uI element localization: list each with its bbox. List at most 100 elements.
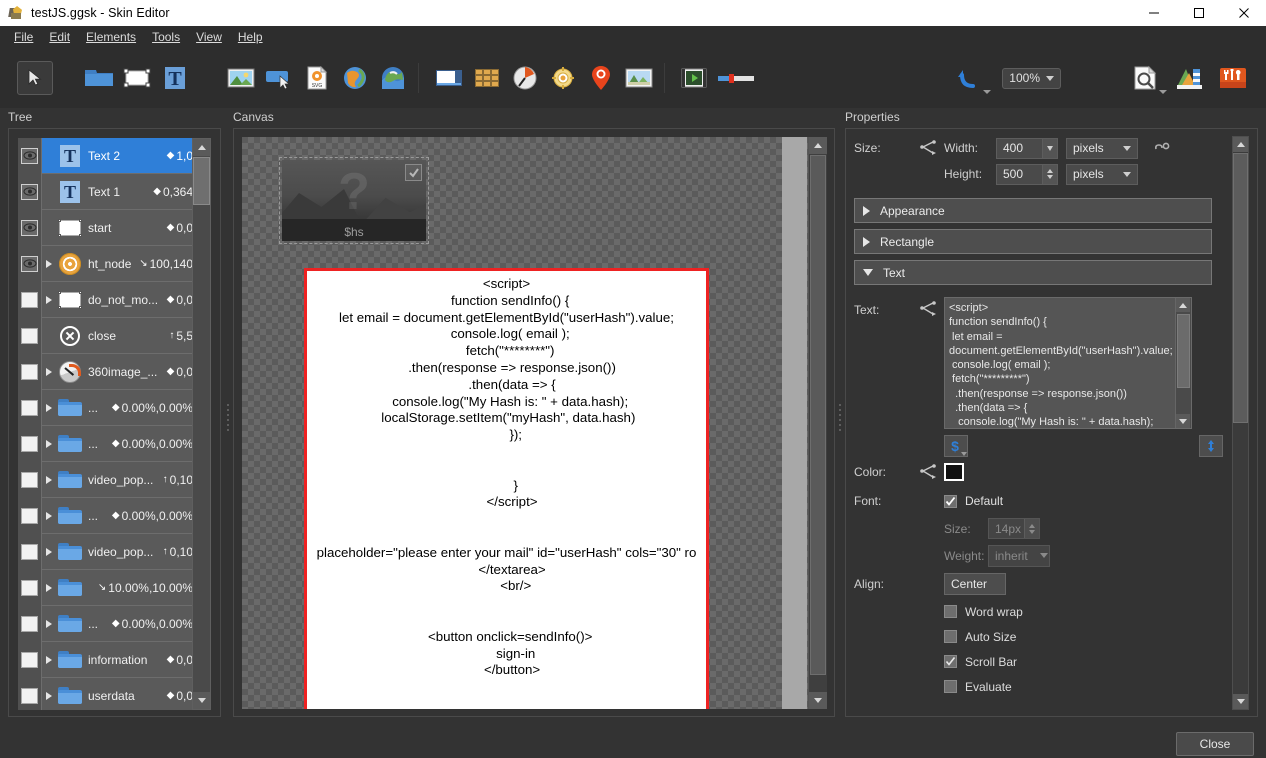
auto-size-row[interactable]: Auto Size xyxy=(944,624,1235,649)
visibility-toggle[interactable] xyxy=(18,461,42,498)
tree-row[interactable]: ↘ 10.00%,10.00% xyxy=(18,569,199,606)
radar-tool[interactable] xyxy=(507,61,543,95)
tree-row[interactable]: T Text 2 ◆ 1,0 xyxy=(18,138,199,174)
visibility-toggle[interactable] xyxy=(18,677,42,710)
textarea-scroll-up-button[interactable] xyxy=(1176,298,1190,312)
visibility-toggle[interactable] xyxy=(18,353,42,390)
container-tool[interactable] xyxy=(81,61,117,95)
canvas-vertical-scrollbar[interactable] xyxy=(808,137,827,709)
tree-row[interactable]: userdata ◆ 0,0 xyxy=(18,677,199,710)
tree-row[interactable]: ... ◆ 0.00%,0.00% xyxy=(18,425,199,462)
canvas-scroll-up-button[interactable] xyxy=(809,137,827,154)
tree-row[interactable]: close ↑ 5,5 xyxy=(18,317,199,354)
tree-row[interactable]: ht_node ↘ 100,140 xyxy=(18,245,199,282)
font-weight-combo[interactable]: inherit xyxy=(988,544,1050,567)
tree-scroll-thumb[interactable] xyxy=(193,157,210,205)
rectangle-tool[interactable] xyxy=(119,61,155,95)
section-appearance[interactable]: Appearance xyxy=(854,198,1212,223)
tree-expander[interactable] xyxy=(42,475,56,484)
visibility-toggle[interactable] xyxy=(18,281,42,318)
tree-row[interactable]: information ◆ 0,0 xyxy=(18,641,199,678)
color-swatch-button[interactable] xyxy=(944,463,964,481)
close-icon[interactable] xyxy=(1221,0,1266,26)
properties-scroll-down-button[interactable] xyxy=(1233,694,1248,709)
canvas-scroll-thumb[interactable] xyxy=(810,155,826,675)
text-share-icon[interactable] xyxy=(912,297,944,317)
font-default-checkbox[interactable] xyxy=(944,494,957,508)
tree-row[interactable]: video_pop... ↑ 0,10 xyxy=(18,461,199,498)
section-text[interactable]: Text xyxy=(854,260,1212,285)
evaluate-row[interactable]: Evaluate xyxy=(944,674,1235,699)
properties-scroll-thumb[interactable] xyxy=(1233,153,1248,423)
image-tool[interactable] xyxy=(223,61,259,95)
visibility-toggle[interactable] xyxy=(18,605,42,642)
visibility-toggle[interactable] xyxy=(18,173,42,210)
height-input[interactable]: 500 xyxy=(996,163,1058,185)
tree-expander[interactable] xyxy=(42,691,56,700)
undo-button[interactable] xyxy=(948,61,992,95)
properties-scroll-up-button[interactable] xyxy=(1233,137,1248,152)
tree-row[interactable]: do_not_mo... ◆ 0,0 xyxy=(18,281,199,318)
word-wrap-checkbox[interactable] xyxy=(944,605,957,618)
styles-button[interactable] xyxy=(1170,61,1210,95)
canvas-properties-splitter[interactable] xyxy=(838,400,842,434)
thumbnail-element[interactable]: ? $hs xyxy=(279,157,429,244)
tree-row[interactable]: start ◆ 0,0 xyxy=(18,209,199,246)
visibility-toggle[interactable] xyxy=(18,425,42,462)
canvas-viewport[interactable]: ? $hs <script> function sendInfo() { let… xyxy=(242,137,827,709)
window-tool[interactable] xyxy=(431,61,467,95)
tree-expander[interactable] xyxy=(42,511,56,520)
width-stepper[interactable] xyxy=(1042,138,1057,158)
color-share-icon[interactable] xyxy=(912,464,944,480)
undo-dropdown-caret[interactable] xyxy=(983,90,992,94)
visibility-toggle[interactable] xyxy=(18,641,42,678)
align-combo[interactable]: Center xyxy=(944,573,1006,595)
tree-row[interactable]: video_pop... ↑ 0,10 xyxy=(18,533,199,570)
tree-expander[interactable] xyxy=(42,655,56,664)
preview-button[interactable] xyxy=(1122,61,1168,95)
textarea-scroll-down-button[interactable] xyxy=(1176,414,1190,428)
minimize-icon[interactable] xyxy=(1131,0,1176,26)
menu-elements[interactable]: Elements xyxy=(78,27,144,47)
slider-tool[interactable] xyxy=(714,61,758,95)
width-unit-combo[interactable]: pixels xyxy=(1066,137,1138,159)
visibility-toggle[interactable] xyxy=(18,497,42,534)
tree-scroll-down-button[interactable] xyxy=(193,692,210,709)
menu-view[interactable]: View xyxy=(188,27,230,47)
font-size-stepper[interactable] xyxy=(1024,519,1039,538)
tree-row[interactable]: ... ◆ 0.00%,0.00% xyxy=(18,389,199,426)
thumbnail-grid-tool[interactable] xyxy=(469,61,505,95)
tree-expander[interactable] xyxy=(42,619,56,628)
preview-dropdown-caret[interactable] xyxy=(1159,90,1167,94)
select-arrow-tool[interactable] xyxy=(17,61,53,95)
visibility-toggle[interactable] xyxy=(18,317,42,354)
visibility-toggle[interactable] xyxy=(18,245,42,282)
globe-tool[interactable] xyxy=(337,61,373,95)
share-icon[interactable] xyxy=(912,140,944,156)
tree-list[interactable]: T Text 2 ◆ 1,0 T Text 1 ◆ 0,364 start ◆ 0,0 ht_node… xyxy=(18,138,199,710)
scroll-bar-row[interactable]: Scroll Bar xyxy=(944,649,1235,674)
video-tool[interactable] xyxy=(676,61,712,95)
tree-expander[interactable] xyxy=(42,367,56,376)
tree-expander[interactable] xyxy=(42,403,56,412)
tree-expander[interactable] xyxy=(42,547,56,556)
zoom-level-combo[interactable]: 100% xyxy=(1002,67,1061,89)
plugins-button[interactable] xyxy=(1212,61,1254,95)
tree-scrollbar[interactable] xyxy=(192,138,211,710)
textarea-scroll-thumb[interactable] xyxy=(1177,314,1190,388)
tree-expander[interactable] xyxy=(42,583,56,592)
height-unit-combo[interactable]: pixels xyxy=(1066,163,1138,185)
menu-tools[interactable]: Tools xyxy=(144,27,188,47)
tree-canvas-splitter[interactable] xyxy=(226,400,230,434)
hotspot-pin-tool[interactable] xyxy=(583,61,619,95)
visibility-toggle[interactable] xyxy=(18,209,42,246)
menu-file[interactable]: File xyxy=(6,27,41,47)
canvas-scroll-down-button[interactable] xyxy=(809,692,827,709)
visibility-toggle[interactable] xyxy=(18,569,42,606)
word-wrap-row[interactable]: Word wrap xyxy=(944,599,1235,624)
button-tool[interactable] xyxy=(261,61,297,95)
tree-expander[interactable] xyxy=(42,439,56,448)
section-rectangle[interactable]: Rectangle xyxy=(854,229,1212,254)
tree-row[interactable]: T Text 1 ◆ 0,364 xyxy=(18,173,199,210)
expand-editor-button[interactable] xyxy=(1199,435,1223,457)
